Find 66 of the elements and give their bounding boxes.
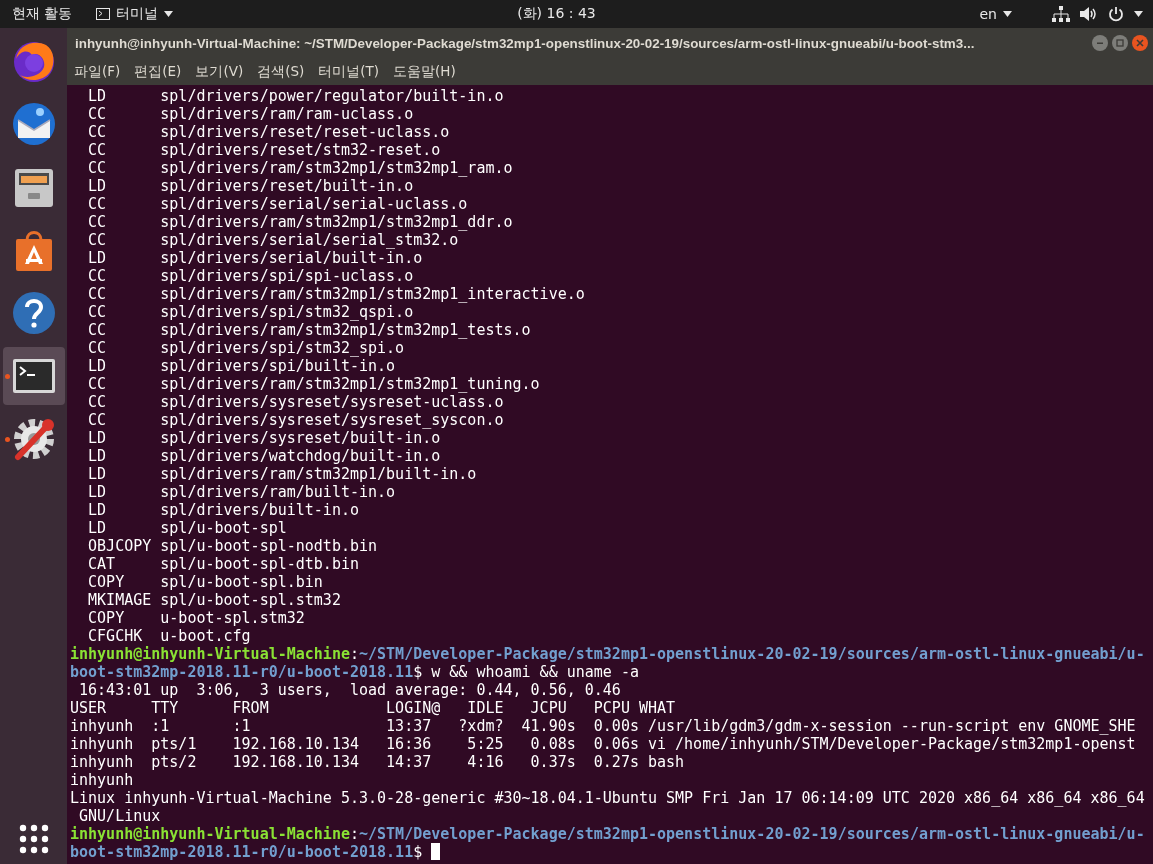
output-line: CC spl/drivers/ram/stm32mp1/stm32mp1_tests.o — [87, 321, 532, 339]
caret-icon — [164, 11, 174, 17]
dock-item[interactable] — [2, 347, 65, 405]
output-line: LD spl/drivers/power/regulator/built-in.o — [87, 87, 505, 105]
maximize-button[interactable] — [1112, 35, 1128, 51]
output-line: CC spl/drivers/ram/stm32mp1/stm32mp1_ddr.o — [87, 213, 514, 231]
output-line: MKIMAGE spl/u-boot-spl.stm32 — [87, 591, 342, 609]
menu-item[interactable]: 도움말(H) — [393, 62, 456, 81]
output-line: inhyunh — [70, 771, 135, 789]
caret-icon — [1003, 11, 1012, 17]
minimize-button[interactable] — [1092, 35, 1108, 51]
close-button[interactable] — [1132, 35, 1148, 51]
output-line: LD spl/drivers/watchdog/built-in.o — [87, 447, 442, 465]
output-line: CC spl/drivers/ram/stm32mp1/stm32mp1_tuning.o — [87, 375, 541, 393]
output-line: CC spl/drivers/ram/stm32mp1/stm32mp1_interactive.o — [87, 285, 586, 303]
output-line: COPY spl/u-boot-spl.bin — [87, 573, 324, 591]
output-line: CC spl/drivers/sysreset/sysreset_syscon.o — [87, 411, 505, 429]
app-menu[interactable]: 터미널 — [96, 5, 174, 23]
prompt-line: inhyunh@inhyunh-Virtual-Machine:~/STM/Developer-Package/stm32mp1-openstlinux-20-02-19/sources/arm-ostl-linux-gnueabi/u-boot-stm32mp-2018.11-r0/u-boot-2018.11$ w && whoami && uname -a — [70, 645, 1146, 681]
output-line: LD spl/u-boot-spl — [87, 519, 288, 537]
output-line: OBJCOPY spl/u-boot-spl-nodtb.bin — [87, 537, 379, 555]
output-line: CFGCHK u-boot.cfg — [87, 627, 252, 645]
output-line: CC spl/drivers/sysreset/sysreset-uclass.o — [87, 393, 505, 411]
output-line: CAT spl/u-boot-spl-dtb.bin — [87, 555, 360, 573]
output-line: COPY u-boot-spl.stm32 — [87, 609, 306, 627]
prompt-line: inhyunh@inhyunh-Virtual-Machine:~/STM/Developer-Package/stm32mp1-openstlinux-20-02-19/sources/arm-ostl-linux-gnueabi/u-boot-stm32mp-2018.11-r0/u-boot-2018.11$ — [70, 825, 1146, 861]
output-line: inhyunh :1 :1 13:37 ?xdm? 41.90s 0.00s /usr/lib/gdm3/gdm-x-session --run-script env GNOME_SHE — [70, 717, 1137, 735]
output-line: CC spl/drivers/reset/stm32-reset.o — [87, 141, 442, 159]
output-line: inhyunh pts/1 192.168.10.134 16:36 5:25 0.08s 0.06s vi /home/inhyunh/STM/Developer-Package/stm32mp1-openst — [70, 735, 1137, 753]
power-icon[interactable] — [1108, 6, 1124, 22]
menu-item[interactable]: 편집(E) — [134, 62, 182, 81]
output-line: CC spl/drivers/ram/ram-uclass.o — [87, 105, 415, 123]
menu-item[interactable]: 보기(V) — [195, 62, 244, 81]
maximize-icon — [1116, 39, 1124, 47]
close-icon — [1136, 39, 1144, 47]
output-line: LD spl/drivers/ram/built-in.o — [87, 483, 397, 501]
app-grid-icon[interactable] — [18, 824, 49, 854]
output-line: LD spl/drivers/ram/stm32mp1/built-in.o — [87, 465, 478, 483]
output-line: CC spl/drivers/serial/serial_stm32.o — [87, 231, 460, 249]
window-title: inhyunh@inhyunh-Virtual-Machine: ~/STM/Developer-Package/stm32mp1-openstlinux-20-02-19/sources/arm-ostl-linux-gnueabi/u-boot-stm3... — [75, 35, 976, 51]
output-line: USER TTY FROM LOGIN@ IDLE JCPU PCPU WHAT — [70, 699, 677, 717]
activities-button[interactable]: 현재 활동 — [12, 5, 73, 23]
output-line: CC spl/drivers/serial/serial-uclass.o — [87, 195, 469, 213]
menu-item[interactable]: 검색(S) — [257, 62, 305, 81]
output-line: CC spl/drivers/spi/spi-uclass.o — [87, 267, 415, 285]
language-menu[interactable]: en — [979, 6, 1012, 22]
output-line: inhyunh pts/2 192.168.10.134 14:37 4:16 0.37s 0.27s bash — [70, 753, 686, 771]
output-line: CC spl/drivers/spi/stm32_qspi.o — [87, 303, 415, 321]
output-line: Linux inhyunh-Virtual-Machine 5.3.0-28-generic #30~18.04.1-Ubuntu SMP Fri Jan 17 06:14:09 UTC 2020 x86_64 x86_64 x86_64 — [70, 789, 1146, 807]
menu-item[interactable]: 터미널(T) — [318, 62, 380, 81]
output-line: LD spl/drivers/spi/built-in.o — [87, 357, 397, 375]
output-line: GNU/Linux — [78, 807, 162, 825]
terminal-icon — [96, 8, 111, 20]
clock[interactable]: (화) 16 : 43 — [173, 5, 980, 23]
output-line: LD spl/drivers/built-in.o — [87, 501, 360, 519]
output-line: 16:43:01 up 3:06, 3 users, load average: 0.44, 0.56, 0.46 — [78, 681, 622, 699]
output-line: LD spl/drivers/serial/built-in.o — [87, 249, 424, 267]
output-line: LD spl/drivers/sysreset/built-in.o — [87, 429, 442, 447]
output-line: CC spl/drivers/ram/stm32mp1/stm32mp1_ram.o — [87, 159, 514, 177]
output-line: CC spl/drivers/spi/stm32_spi.o — [87, 339, 406, 357]
output-line: LD spl/drivers/reset/built-in.o — [87, 177, 415, 195]
volume-icon[interactable] — [1080, 6, 1098, 22]
output-line: CC spl/drivers/reset/reset-uclass.o — [87, 123, 451, 141]
network-icon[interactable] — [1052, 6, 1070, 22]
menu-item[interactable]: 파일(F) — [74, 62, 121, 81]
caret-icon — [1134, 11, 1143, 17]
